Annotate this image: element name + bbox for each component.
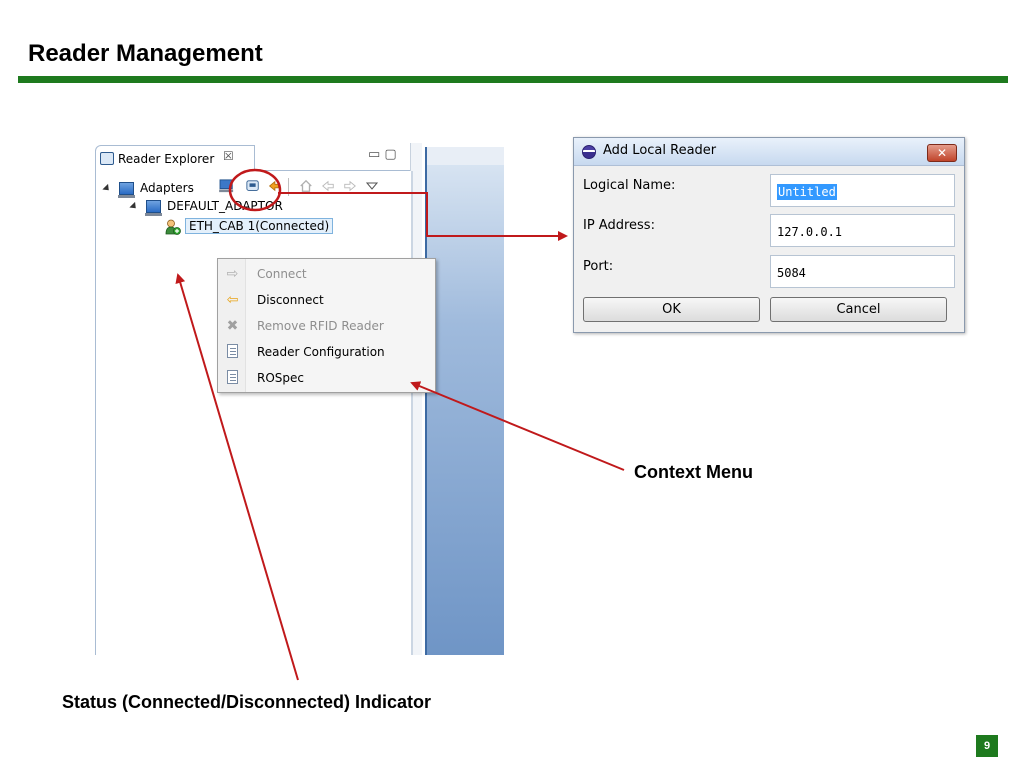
explorer-toolbar: [216, 177, 406, 197]
ip-address-label: IP Address:: [583, 218, 655, 233]
status-indicator-annotation: Status (Connected/Disconnected) Indicato…: [62, 692, 432, 712]
context-menu-annotation: Context Menu: [634, 462, 753, 482]
menu-item-label: ROSpec: [257, 371, 304, 385]
forward-icon[interactable]: [342, 179, 358, 193]
collapse-icon[interactable]: [129, 201, 139, 212]
dialog-titlebar: Add Local Reader ✕: [574, 138, 964, 166]
tree-item-adapters[interactable]: Adapters: [102, 179, 194, 198]
add-local-reader-dialog: Add Local Reader ✕ Logical Name: Untitle…: [573, 137, 965, 333]
tab-reader-explorer[interactable]: Reader Explorer ☒: [95, 145, 255, 172]
computer-icon: [145, 200, 162, 216]
arrow-right-icon: ⇨: [226, 266, 239, 282]
menu-item-rospec[interactable]: ROSpec: [218, 365, 435, 391]
slide-title: Reader Management: [28, 40, 263, 67]
tree-item-label: DEFAULT_ADAPTOR: [167, 199, 283, 213]
arrow-left-icon: ⇦: [226, 292, 239, 308]
input-value: Untitled: [777, 184, 837, 200]
input-value: 127.0.0.1: [777, 225, 843, 239]
context-menu: ⇨ Connect ⇦ Disconnect ✖ Remove RFID Rea…: [217, 258, 436, 393]
menu-item-connect[interactable]: ⇨ Connect: [218, 261, 435, 287]
ip-address-input[interactable]: 127.0.0.1: [770, 214, 955, 247]
cancel-button[interactable]: Cancel: [770, 297, 947, 322]
menu-item-reader-configuration[interactable]: Reader Configuration: [218, 339, 435, 365]
reader-explorer-view: Reader Explorer ☒ ▭ ▢ Adapters DEFAULT_A…: [95, 143, 425, 655]
logical-name-input[interactable]: Untitled: [770, 174, 955, 207]
minimize-maximize-icon[interactable]: ▭ ▢: [368, 147, 397, 162]
connected-reader-icon: [165, 219, 181, 235]
refresh-icon[interactable]: [266, 179, 282, 193]
add-reader-icon[interactable]: [218, 179, 236, 193]
page-number: 9: [976, 735, 998, 757]
reader-status-label: ETH_CAB 1(Connected): [185, 218, 334, 234]
port-label: Port:: [583, 259, 614, 274]
editor-area: [425, 147, 504, 655]
collapse-icon[interactable]: [102, 183, 112, 194]
toolbar-separator: [288, 178, 289, 196]
tree-item-label: Adapters: [140, 181, 194, 195]
menu-item-label: Disconnect: [257, 293, 324, 307]
title-underline: [18, 76, 1008, 83]
tab-label: Reader Explorer: [118, 152, 215, 166]
menu-item-label: Remove RFID Reader: [257, 319, 384, 333]
input-value: 5084: [777, 266, 806, 280]
menu-item-remove-rfid-reader[interactable]: ✖ Remove RFID Reader: [218, 313, 435, 339]
menu-item-label: Connect: [257, 267, 307, 281]
tree-item-reader[interactable]: ETH_CAB 1(Connected): [165, 217, 334, 235]
document-icon: [227, 370, 238, 384]
view-menu-icon[interactable]: [366, 179, 378, 193]
menu-item-disconnect[interactable]: ⇦ Disconnect: [218, 287, 435, 313]
dialog-title: Add Local Reader: [603, 143, 717, 158]
document-icon: [227, 344, 238, 358]
add-local-reader-icon[interactable]: [244, 179, 262, 193]
ok-button[interactable]: OK: [583, 297, 760, 322]
close-button[interactable]: ✕: [927, 144, 957, 162]
x-icon: ✖: [226, 318, 239, 334]
home-icon[interactable]: [298, 179, 314, 193]
back-icon[interactable]: [320, 179, 336, 193]
tab-close-icon[interactable]: ☒: [223, 149, 234, 163]
explorer-body: [95, 171, 413, 655]
tree-item-default-adaptor[interactable]: DEFAULT_ADAPTOR: [129, 197, 283, 216]
eclipse-icon: [582, 145, 596, 159]
editor-area-header: [427, 147, 504, 165]
reader-explorer-icon: [100, 152, 114, 165]
computer-icon: [118, 182, 135, 198]
menu-item-label: Reader Configuration: [257, 345, 385, 359]
port-input[interactable]: 5084: [770, 255, 955, 288]
logical-name-label: Logical Name:: [583, 178, 676, 193]
